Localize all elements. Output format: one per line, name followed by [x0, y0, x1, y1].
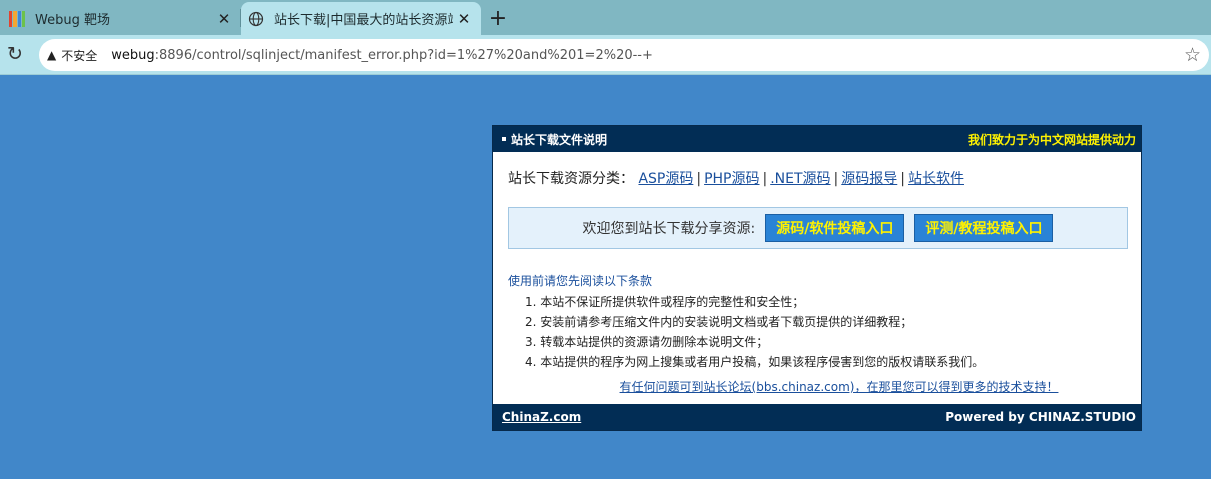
tab-title: 站长下载|中国最大的站长资源站 [274, 13, 453, 28]
bullet-icon [502, 137, 506, 141]
warning-icon[interactable]: ▲ [47, 48, 56, 62]
globe-icon [248, 11, 264, 26]
terms-list: 1. 本站不保证所提供软件或程序的完整性和安全性； 2. 安装前请参考压缩文件内… [525, 292, 984, 372]
tab-title: Webug 靶场 [35, 13, 110, 28]
tab-bar: Webug 靶场 ✕ 站长下载|中国最大的站长资源站 ✕ + [0, 0, 1211, 35]
security-label[interactable]: 不安全 [61, 47, 97, 64]
submit-source-button[interactable]: 源码/软件投稿入口 [765, 214, 905, 242]
list-item: 3. 转载本站提供的资源请勿删除本说明文件； [525, 335, 769, 349]
new-tab-button[interactable]: + [486, 6, 510, 31]
tab-webug[interactable]: Webug 靶场 ✕ [0, 2, 241, 35]
welcome-text: 欢迎您到站长下载分享资源: [582, 221, 756, 237]
category-links: 站长下载资源分类： ASP源码 | PHP源码 | .NET源码 | 源码报导 | 站长软件 [508, 171, 964, 187]
category-link-dotnet[interactable]: .NET源码 [770, 171, 830, 187]
category-link-news[interactable]: 源码报导 [841, 171, 897, 187]
category-link-asp[interactable]: ASP源码 [638, 171, 693, 187]
welcome-box: 欢迎您到站长下载分享资源: 源码/软件投稿入口 评测/教程投稿入口 [508, 207, 1128, 249]
powered-by-text: Powered by CHINAZ.STUDIO [945, 410, 1136, 424]
forum-link[interactable]: 有任何问题可到站长论坛(bbs.chinaz.com)，在那里您可以得到更多的技… [620, 380, 1059, 394]
url-path: :8896/control/sqlinject/manifest_error.p… [154, 47, 653, 63]
webug-favicon-icon [9, 10, 25, 27]
tab-chinaz[interactable]: 站长下载|中国最大的站长资源站 ✕ [241, 2, 481, 35]
category-link-software[interactable]: 站长软件 [908, 171, 964, 187]
list-item: 1. 本站不保证所提供软件或程序的完整性和安全性； [525, 295, 805, 309]
url-host: webug [111, 47, 155, 63]
close-tab-icon[interactable]: ✕ [213, 8, 235, 30]
chinaz-home-link[interactable]: ChinaZ.com [502, 410, 581, 424]
url-text[interactable]: webug:8896/control/sqlinject/manifest_er… [111, 48, 653, 63]
panel-title: 站长下载文件说明 [511, 132, 608, 147]
submit-review-button[interactable]: 评测/教程投稿入口 [914, 214, 1054, 242]
address-bar[interactable]: ▲ 不安全 webug:8896/control/sqlinject/manif… [39, 39, 1209, 71]
panel-slogan: 我们致力于为中文网站提供动力 [967, 132, 1136, 147]
reload-icon[interactable]: ↻ [4, 43, 26, 65]
panel-header: 站长下载文件说明 我们致力于为中文网站提供动力 [493, 126, 1141, 152]
category-link-php[interactable]: PHP源码 [704, 171, 759, 187]
panel-footer: ChinaZ.com Powered by CHINAZ.STUDIO [493, 404, 1141, 430]
bookmark-star-icon[interactable]: ☆ [1184, 44, 1201, 66]
list-item: 2. 安装前请参考压缩文件内的安装说明文档或者下载页提供的详细教程； [525, 315, 913, 329]
close-tab-icon[interactable]: ✕ [453, 8, 475, 30]
categories-label: 站长下载资源分类： [508, 171, 634, 187]
list-item: 4. 本站提供的程序为网上搜集或者用户投稿，如果该程序侵害到您的版权请联系我们。 [525, 355, 985, 369]
browser-toolbar: ↻ ▲ 不安全 webug:8896/control/sqlinject/man… [0, 35, 1211, 75]
download-info-panel: 站长下载文件说明 我们致力于为中文网站提供动力 站长下载资源分类： ASP源码 |… [492, 125, 1142, 431]
notice-title: 使用前请您先阅读以下条款 [508, 274, 653, 288]
